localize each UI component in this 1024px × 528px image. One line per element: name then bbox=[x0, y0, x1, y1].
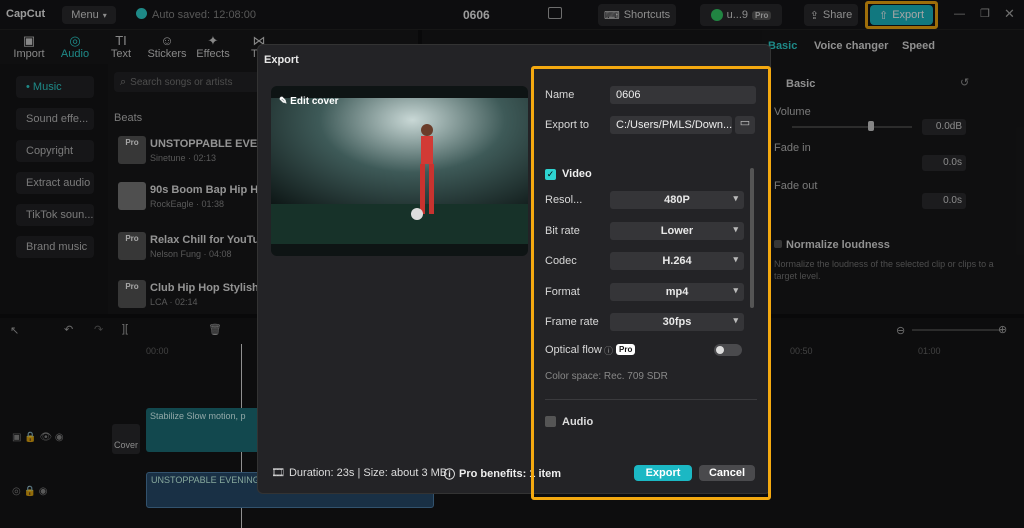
cover-image bbox=[271, 98, 528, 244]
dialog-title: Export bbox=[264, 54, 299, 66]
cancel-button[interactable]: Cancel bbox=[699, 465, 755, 481]
info-icon: ⓘ bbox=[444, 469, 455, 481]
video-section-title: Video bbox=[562, 168, 592, 180]
resolution-select[interactable]: 480P ▾ bbox=[610, 191, 744, 209]
name-input[interactable]: 0606 bbox=[610, 86, 756, 104]
export-path-input[interactable]: C:/Users/PMLS/Down... bbox=[610, 116, 732, 134]
optical-flow-toggle[interactable] bbox=[714, 344, 742, 356]
chevron-down-icon: ▾ bbox=[733, 315, 738, 325]
pro-badge: Pro bbox=[616, 344, 636, 355]
audio-section-title: Audio bbox=[562, 416, 594, 428]
format-value: mp4 bbox=[665, 286, 689, 298]
framerate-label: Frame rate bbox=[545, 316, 599, 328]
cover-preview[interactable]: ✎ Edit cover bbox=[271, 86, 528, 256]
bitrate-value: Lower bbox=[660, 225, 694, 237]
edit-cover-label: Edit cover bbox=[290, 96, 339, 107]
codec-value: H.264 bbox=[662, 255, 692, 267]
format-select[interactable]: mp4 ▾ bbox=[610, 283, 744, 301]
duration-size: Duration: 23s | Size: about 3 MB bbox=[288, 466, 448, 479]
film-icon: 🎞 bbox=[271, 467, 285, 479]
scrollbar[interactable] bbox=[750, 168, 754, 308]
export-info: 🎞 Duration: 23s | Size: about 3 MB bbox=[271, 466, 448, 480]
help-icon[interactable]: ⓘ bbox=[604, 344, 613, 357]
edit-cover-button[interactable]: ✎ Edit cover bbox=[279, 96, 339, 107]
optical-flow-label: Optical flow bbox=[545, 344, 602, 356]
codec-select[interactable]: H.264 ▾ bbox=[610, 252, 744, 270]
framerate-select[interactable]: 30fps ▾ bbox=[610, 313, 744, 331]
pencil-icon: ✎ bbox=[279, 96, 291, 107]
audio-checkbox[interactable] bbox=[545, 416, 556, 427]
chevron-down-icon: ▾ bbox=[733, 193, 738, 203]
export-button[interactable]: Export bbox=[634, 465, 692, 481]
color-space-info: Color space: Rec. 709 SDR bbox=[545, 371, 668, 382]
folder-icon[interactable]: ▭ bbox=[735, 116, 755, 134]
format-label: Format bbox=[545, 286, 580, 298]
chevron-down-icon: ▾ bbox=[733, 254, 738, 264]
video-checkbox[interactable]: ✓ bbox=[545, 169, 556, 180]
bitrate-label: Bit rate bbox=[545, 225, 580, 237]
export-to-label: Export to bbox=[545, 119, 590, 131]
chevron-down-icon: ▾ bbox=[733, 224, 738, 234]
bitrate-select[interactable]: Lower ▾ bbox=[610, 222, 744, 240]
name-label: Name bbox=[545, 89, 575, 101]
codec-label: Codec bbox=[545, 255, 577, 267]
resolution-label: Resol... bbox=[545, 194, 583, 206]
framerate-value: 30fps bbox=[662, 316, 692, 328]
chevron-down-icon: ▾ bbox=[733, 285, 738, 295]
divider bbox=[545, 399, 757, 400]
resolution-value: 480P bbox=[664, 194, 690, 206]
